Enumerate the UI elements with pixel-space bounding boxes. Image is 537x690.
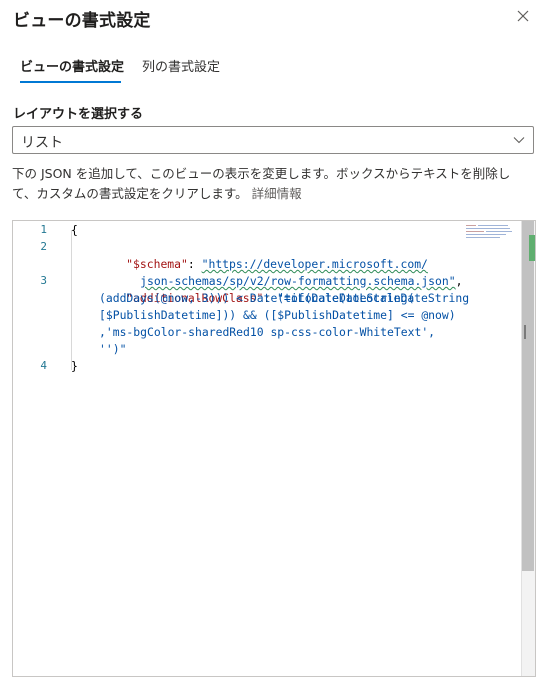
overview-ruler-marker: [529, 235, 535, 261]
layout-label: レイアウトを選択する: [13, 107, 144, 122]
overview-ruler-cursor: [524, 325, 526, 339]
code-line-3-wrap: [$PublishDatetime])) && ([$PublishDateti…: [99, 308, 456, 322]
close-button[interactable]: [513, 6, 533, 26]
close-icon[interactable]: [513, 6, 533, 26]
code-line-3-wrap: ,'ms-bgColor-sharedRed10 sp-css-color-Wh…: [99, 325, 436, 339]
layout-dropdown[interactable]: リスト: [12, 126, 534, 154]
json-editor[interactable]: 1 2 3 4 { "$schema": "https://developer.…: [12, 220, 536, 677]
code-line-3-wrap: (addDays(@now,-3))) < Date(toLocaleDateS…: [99, 291, 415, 305]
tab-column-formatting[interactable]: 列の書式設定: [142, 56, 220, 75]
learn-more-link[interactable]: 詳細情報: [252, 186, 302, 201]
line-number-gutter: 1 2 3 4: [13, 221, 65, 676]
active-tab-indicator: [20, 81, 121, 83]
panel-title: ビューの書式設定: [13, 11, 151, 31]
code-line-4: }: [71, 359, 78, 373]
line-number: 3: [40, 274, 47, 287]
code-line-1: {: [71, 223, 78, 237]
format-description: 下の JSON を追加して、このビューの表示を変更します。ボックスからテキストを…: [12, 164, 532, 204]
tab-view-formatting[interactable]: ビューの書式設定: [20, 56, 124, 75]
line-number: 4: [40, 359, 47, 372]
code-area[interactable]: { "$schema": "https://developer.microsof…: [71, 221, 469, 676]
editor-scrollbar-thumb[interactable]: [522, 221, 534, 571]
code-line-3-wrap: '')": [99, 342, 127, 356]
code-minimap[interactable]: [464, 224, 518, 238]
line-number: 2: [40, 240, 47, 253]
layout-dropdown-value: リスト: [21, 135, 63, 151]
chevron-down-icon: [513, 137, 525, 144]
line-number: 1: [40, 223, 47, 236]
